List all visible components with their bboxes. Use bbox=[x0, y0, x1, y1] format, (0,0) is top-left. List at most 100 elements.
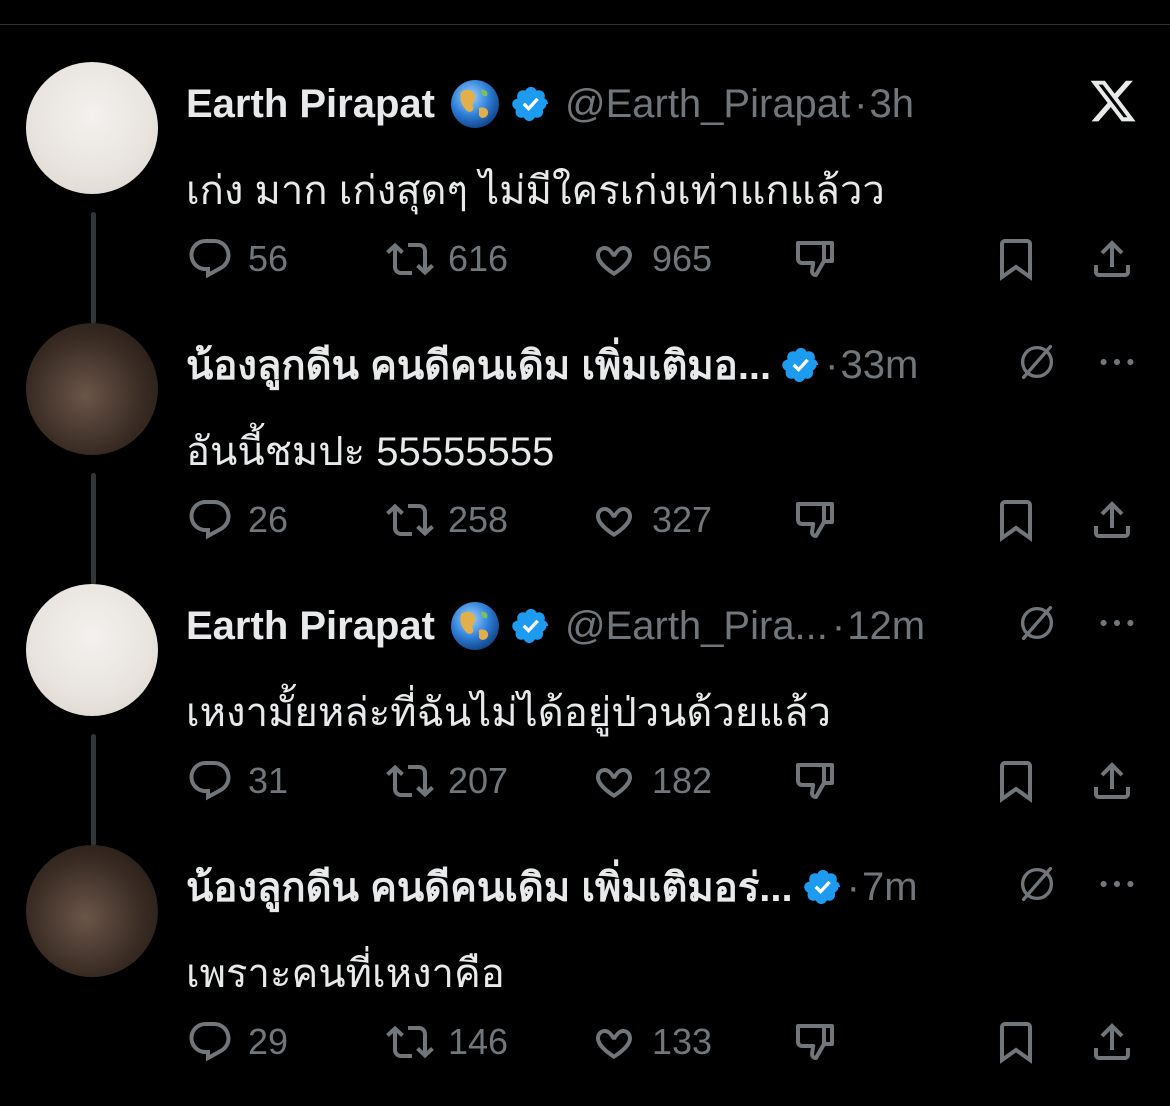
like-count: 133 bbox=[652, 1021, 713, 1062]
like-button[interactable]: 182 bbox=[590, 756, 712, 806]
retweet-button[interactable]: 207 bbox=[386, 756, 508, 806]
share-icon bbox=[1094, 240, 1130, 277]
display-name[interactable]: Earth Pirapat bbox=[186, 82, 435, 127]
like-icon bbox=[596, 245, 632, 276]
display-name[interactable]: Earth Pirapat bbox=[186, 604, 435, 649]
timestamp[interactable]: 7m bbox=[862, 865, 918, 910]
retweet-button[interactable]: 146 bbox=[386, 1017, 508, 1067]
more-icon[interactable] bbox=[1094, 861, 1140, 907]
handle[interactable]: @Earth_Pirapat bbox=[565, 82, 850, 127]
retweet-button[interactable]: 258 bbox=[386, 495, 508, 545]
reply-button[interactable]: 31 bbox=[186, 756, 288, 806]
tweet-text: อันนี้ชมปะ 55555555 bbox=[186, 430, 555, 474]
bookmark-button[interactable] bbox=[992, 495, 1040, 545]
retweet-icon bbox=[386, 1025, 434, 1059]
dislike-button[interactable] bbox=[792, 756, 840, 806]
dislike-button[interactable] bbox=[792, 1017, 840, 1067]
reply-button[interactable]: 26 bbox=[186, 495, 288, 545]
like-button[interactable]: 327 bbox=[590, 495, 712, 545]
x-logo-icon bbox=[1090, 80, 1136, 122]
top-divider bbox=[0, 24, 1170, 25]
reply-button[interactable]: 29 bbox=[186, 1017, 288, 1067]
tweet-actions: 29 146 133 bbox=[186, 1017, 1146, 1067]
reply-count: 56 bbox=[248, 238, 289, 279]
avatar[interactable] bbox=[26, 323, 158, 455]
reply-count: 29 bbox=[248, 1021, 289, 1062]
share-button[interactable] bbox=[1088, 495, 1136, 545]
tweet-actions: 56 616 965 bbox=[186, 234, 1146, 284]
bookmark-icon bbox=[1000, 1022, 1032, 1064]
tweet-text: เหงามั้ยหล่ะที่ฉันไม่ได้อยู่ป่วนด้วยแล้ว bbox=[186, 691, 832, 735]
avatar[interactable] bbox=[26, 845, 158, 977]
dislike-icon bbox=[796, 1024, 834, 1060]
retweet-count: 258 bbox=[448, 499, 509, 540]
bookmark-icon bbox=[1000, 761, 1032, 803]
retweet-icon bbox=[386, 242, 434, 276]
separator-dot: · bbox=[831, 603, 846, 648]
separator-dot: · bbox=[825, 342, 839, 387]
like-count: 327 bbox=[652, 499, 713, 540]
reply-icon bbox=[189, 1022, 231, 1062]
reply-count: 31 bbox=[248, 760, 289, 801]
separator-dot: · bbox=[854, 81, 868, 126]
timestamp[interactable]: 3h bbox=[870, 82, 915, 127]
globe-emoji-icon bbox=[450, 602, 499, 650]
more-icon[interactable] bbox=[1094, 600, 1140, 646]
like-count: 182 bbox=[652, 760, 713, 801]
timestamp[interactable]: 33m bbox=[840, 343, 918, 388]
thread-connector bbox=[91, 734, 96, 846]
retweet-count: 146 bbox=[448, 1021, 509, 1062]
handle[interactable]: @Earth_Pira... bbox=[565, 604, 828, 649]
dislike-button[interactable] bbox=[792, 234, 840, 284]
tweet-text: เพราะคนที่เหงาคือ bbox=[186, 952, 505, 996]
separator-dot: · bbox=[846, 864, 860, 909]
like-count: 965 bbox=[652, 238, 713, 279]
display-name[interactable]: น้องลูกดีน คนดีคนเดิม เพิ่มเติมอ... bbox=[186, 333, 771, 397]
mute-icon[interactable] bbox=[1014, 339, 1060, 385]
like-icon bbox=[596, 767, 632, 798]
reply-icon bbox=[189, 239, 231, 279]
tweet[interactable]: น้องลูกดีน คนดีคนเดิม เพิ่มเติมอร่... · … bbox=[0, 845, 1170, 1106]
tweet[interactable]: Earth Pirapat @Earth_Pirapat · 3h เก่ง ม… bbox=[0, 62, 1170, 324]
verified-badge-icon[interactable] bbox=[781, 345, 821, 385]
thread-connector bbox=[91, 473, 96, 585]
dislike-button[interactable] bbox=[792, 495, 840, 545]
share-icon bbox=[1094, 1023, 1130, 1060]
verified-badge-icon[interactable] bbox=[803, 867, 843, 907]
mute-icon[interactable] bbox=[1014, 600, 1060, 646]
tweet[interactable]: Earth Pirapat @Earth_Pira... · 12m เหงาม… bbox=[0, 584, 1170, 846]
tweet[interactable]: น้องลูกดีน คนดีคนเดิม เพิ่มเติมอ... · 33… bbox=[0, 323, 1170, 585]
like-button[interactable]: 965 bbox=[590, 234, 712, 284]
bookmark-icon bbox=[1000, 500, 1032, 542]
verified-badge-icon[interactable] bbox=[511, 84, 551, 124]
reply-count: 26 bbox=[248, 499, 289, 540]
reply-icon bbox=[189, 761, 231, 801]
tweet-text: เก่ง มาก เก่งสุดๆ ไม่มีใครเก่งเท่าแกแล้ว… bbox=[186, 169, 885, 213]
bookmark-button[interactable] bbox=[992, 756, 1040, 806]
dislike-icon bbox=[796, 241, 834, 277]
display-name[interactable]: น้องลูกดีน คนดีคนเดิม เพิ่มเติมอร่... bbox=[186, 855, 793, 919]
like-button[interactable]: 133 bbox=[590, 1017, 712, 1067]
tweet-actions: 31 207 182 bbox=[186, 756, 1146, 806]
tweet-header: Earth Pirapat @Earth_Pirapat · 3h bbox=[186, 74, 1170, 134]
like-icon bbox=[596, 1028, 632, 1059]
retweet-button[interactable]: 616 bbox=[386, 234, 508, 284]
tweet-actions: 26 258 327 bbox=[186, 495, 1146, 545]
bookmark-button[interactable] bbox=[992, 1017, 1040, 1067]
more-icon[interactable] bbox=[1094, 339, 1140, 385]
bookmark-icon bbox=[1000, 239, 1032, 281]
reply-button[interactable]: 56 bbox=[186, 234, 288, 284]
retweet-count: 616 bbox=[448, 238, 509, 279]
avatar[interactable] bbox=[26, 584, 158, 716]
verified-badge-icon[interactable] bbox=[511, 606, 551, 646]
retweet-icon bbox=[386, 764, 434, 798]
mute-icon[interactable] bbox=[1014, 861, 1060, 907]
share-icon bbox=[1094, 762, 1130, 799]
bookmark-button[interactable] bbox=[992, 234, 1040, 284]
share-button[interactable] bbox=[1088, 1017, 1136, 1067]
share-button[interactable] bbox=[1088, 234, 1136, 284]
dislike-icon bbox=[796, 763, 834, 799]
share-button[interactable] bbox=[1088, 756, 1136, 806]
avatar[interactable] bbox=[26, 62, 158, 194]
timestamp[interactable]: 12m bbox=[847, 604, 925, 649]
